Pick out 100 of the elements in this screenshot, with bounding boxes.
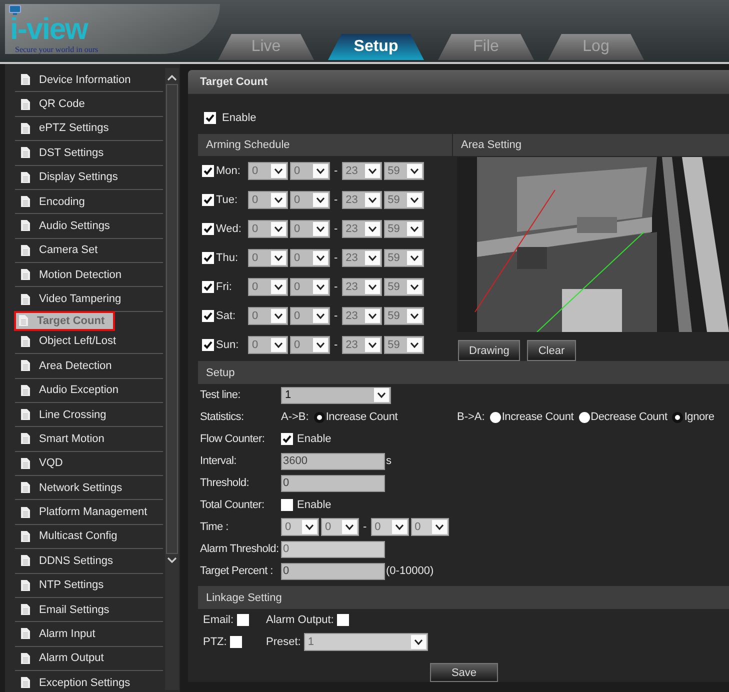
day-label: Wed: [216,222,242,234]
time-dropdown[interactable]: 23 [342,336,382,354]
field-label: Flow Counter: [200,433,266,445]
time-dropdown[interactable]: 0 [290,162,330,180]
time-dropdown[interactable]: 0 [248,162,288,180]
sidebar-item[interactable]: Audio Exception [15,378,163,403]
time-dropdown[interactable]: 59 [384,190,424,208]
sidebar-item[interactable]: Line Crossing [15,402,163,428]
time-dropdown[interactable]: 59 [384,220,424,238]
time-dropdown[interactable]: 23 [342,278,382,296]
range-hint: (0-10000) [386,565,434,577]
day-label: Fri: [216,280,233,292]
field-label: Preset: [266,636,301,648]
sidebar-item[interactable]: ePTZ Settings [15,116,163,142]
time-dropdown[interactable]: 0 [290,190,330,208]
range-dash: - [334,194,338,206]
radio-option[interactable]: Increase Count [314,411,398,423]
sidebar-item[interactable]: Camera Set [15,238,163,263]
sidebar-item[interactable]: Alarm Output [15,646,163,671]
sidebar-item[interactable]: Object Left/Lost [15,330,163,354]
time-dropdown[interactable]: 59 [384,248,424,266]
area-button[interactable]: Clear [527,340,576,361]
direction-label: B->A: [457,411,485,423]
time-dropdown[interactable]: 0 [290,278,330,296]
field-label: PTZ: [203,636,227,648]
sidebar-item[interactable]: NTP Settings [15,574,163,598]
time-dropdown[interactable]: 0 [248,278,288,296]
day-label: Mon: [216,164,242,176]
radio-option[interactable]: Decrease Count [578,411,668,423]
target-percent-field[interactable]: 0 [281,562,385,580]
save-button[interactable]: Save [430,663,498,682]
section-title: Area Setting [461,139,522,151]
section-title: Linkage Setting [206,592,282,604]
threshold-field[interactable]: 0 [281,474,385,492]
panel-title: Target Count [200,76,268,88]
time-dropdown[interactable]: 0 [290,306,330,324]
sidebar-item[interactable]: Motion Detection [15,263,163,288]
field-label: Test line: [200,389,242,401]
sidebar-item[interactable]: Display Settings [15,166,163,190]
time-dropdown[interactable]: 59 [384,162,424,180]
test-line-dropdown[interactable]: 1 [281,386,391,404]
sidebar-item[interactable]: Platform Management [15,500,163,525]
time-dropdown[interactable]: 23 [342,162,382,180]
sidebar-item[interactable]: DDNS Settings [15,549,163,574]
time-dropdown[interactable]: 0 [248,306,288,324]
time-dropdown[interactable]: 59 [384,278,424,296]
radio-option[interactable]: Increase Count [490,411,574,423]
nav-tab[interactable]: Live [218,34,314,60]
time-dropdown[interactable]: 23 [342,248,382,266]
nav-tab[interactable]: File [438,34,534,60]
time-dropdown[interactable]: 59 [384,306,424,324]
field-label: Target Percent : [200,565,274,577]
time-dropdown[interactable]: 23 [342,220,382,238]
sidebar-item[interactable]: Alarm Input [15,622,163,647]
range-dash: - [334,252,338,264]
field-label: Statistics: [200,411,245,423]
sidebar-item[interactable]: DST Settings [15,141,163,166]
sidebar-item[interactable]: Encoding [15,190,163,214]
time-dropdown[interactable]: 59 [384,336,424,354]
time-dropdown[interactable]: 0 [290,248,330,266]
range-dash: - [334,338,338,350]
range-dash: - [334,222,338,234]
time-dropdown[interactable]: 0 [248,336,288,354]
time-dropdown[interactable]: 23 [342,306,382,324]
sidebar-item[interactable]: Exception Settings [15,671,163,692]
sidebar-item[interactable]: VQD [15,452,163,476]
sidebar-item[interactable]: Device Information [15,68,163,92]
time-dropdown[interactable]: 23 [342,190,382,208]
sidebar-item[interactable]: Area Detection [15,354,163,378]
nav-tab[interactable]: Log [548,34,644,60]
direction-label: A->B: [281,411,309,423]
section-title: Setup [206,366,235,378]
logo-tagline: Secure your world in ours [15,45,98,54]
sidebar-item[interactable]: Smart Motion [15,427,163,452]
day-label: Thu: [216,252,240,264]
logo-text: i-view [10,16,88,44]
field-label: Threshold: [200,477,250,489]
sidebar-item[interactable]: Audio Settings [15,214,163,239]
range-dash: - [334,310,338,322]
sidebar-item[interactable]: Multicast Config [15,524,163,550]
nav-tab[interactable]: Setup [328,34,424,60]
enable-label: Enable [222,112,256,124]
range-dash: - [363,521,367,533]
time-dropdown[interactable]: 0 [290,336,330,354]
time-dropdown[interactable]: 0 [290,220,330,238]
time-dropdown[interactable]: 0 [248,220,288,238]
field-label: Email: [203,614,234,626]
sidebar-item[interactable]: QR Code [15,92,163,117]
sidebar-item[interactable]: Network Settings [15,476,163,500]
area-button[interactable]: Drawing [458,340,520,361]
sidebar-item[interactable]: Target Count [15,312,114,330]
range-dash: - [334,164,338,176]
time-dropdown[interactable]: 0 [248,190,288,208]
field-label: Time : [200,521,230,533]
interval-field[interactable]: 3600 [281,452,385,470]
sidebar-item[interactable]: Email Settings [15,598,163,622]
time-dropdown[interactable]: 0 [248,248,288,266]
radio-option[interactable]: Ignore [672,411,714,423]
field-label: Total Counter: [200,499,266,511]
section-title: Arming Schedule [206,139,290,151]
